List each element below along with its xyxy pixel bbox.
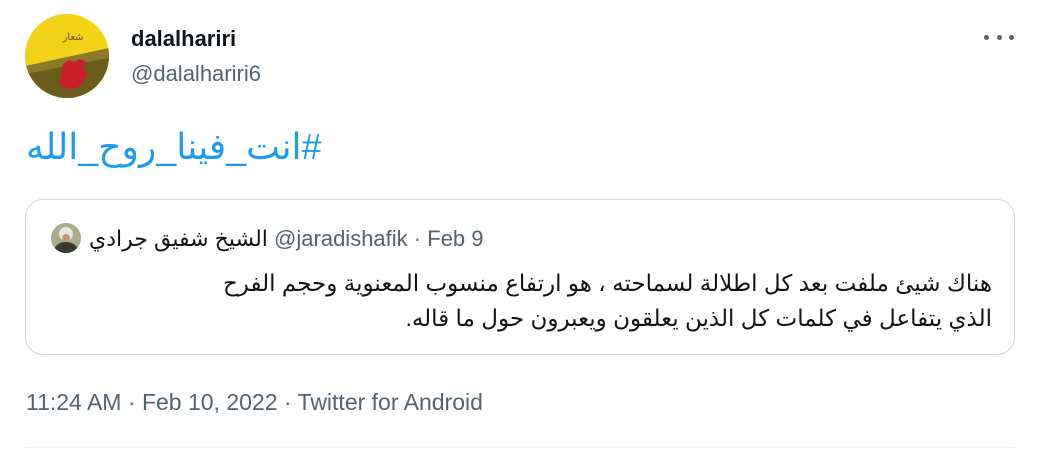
tweet-date[interactable]: Feb 10, 2022 <box>142 389 278 415</box>
quoted-handle: @jaradishafik <box>274 226 408 251</box>
author-display-name[interactable]: dalalhariri <box>131 26 236 52</box>
quoted-text-line: الذي يتفاعل في كلمات كل الذين يعلقون ويع… <box>405 305 992 331</box>
divider <box>25 447 1015 448</box>
quoted-separator: · <box>413 226 422 251</box>
author-avatar[interactable]: شعار <box>25 14 109 98</box>
tweet-source[interactable]: Twitter for Android <box>298 389 483 415</box>
quoted-header: الشيخ شفيق جرادي @jaradishafik · Feb 9 <box>89 226 484 252</box>
more-dot <box>996 34 1002 40</box>
author-handle[interactable]: @dalalhariri6 <box>131 61 261 87</box>
tweet-meta: 11:24 AM · Feb 10, 2022 · Twitter for An… <box>26 389 483 416</box>
tweet-time[interactable]: 11:24 AM <box>26 389 121 415</box>
svg-text:شعار: شعار <box>61 32 83 43</box>
quoted-text-line: هناك شيئ ملفت بعد كل اطلالة لسماحته ، هو… <box>222 270 992 296</box>
quoted-avatar-image <box>51 223 81 253</box>
meta-separator: · <box>283 389 292 415</box>
tweet-hashtag[interactable]: #انت_فينا_روح_الله <box>26 126 322 168</box>
meta-separator: · <box>127 389 136 415</box>
more-options-icon[interactable] <box>984 26 1014 48</box>
quoted-tweet-card[interactable]: الشيخ شفيق جرادي @jaradishafik · Feb 9 ه… <box>25 199 1015 355</box>
quoted-text: هناك شيئ ملفت بعد كل اطلالة لسماحته ، هو… <box>52 266 992 336</box>
more-dot <box>984 34 989 40</box>
more-dot <box>1009 34 1014 40</box>
quoted-author-avatar <box>51 223 81 253</box>
avatar-image: شعار <box>25 14 109 98</box>
quoted-date: Feb 9 <box>427 226 484 251</box>
quoted-display-name: الشيخ شفيق جرادي <box>89 226 268 251</box>
